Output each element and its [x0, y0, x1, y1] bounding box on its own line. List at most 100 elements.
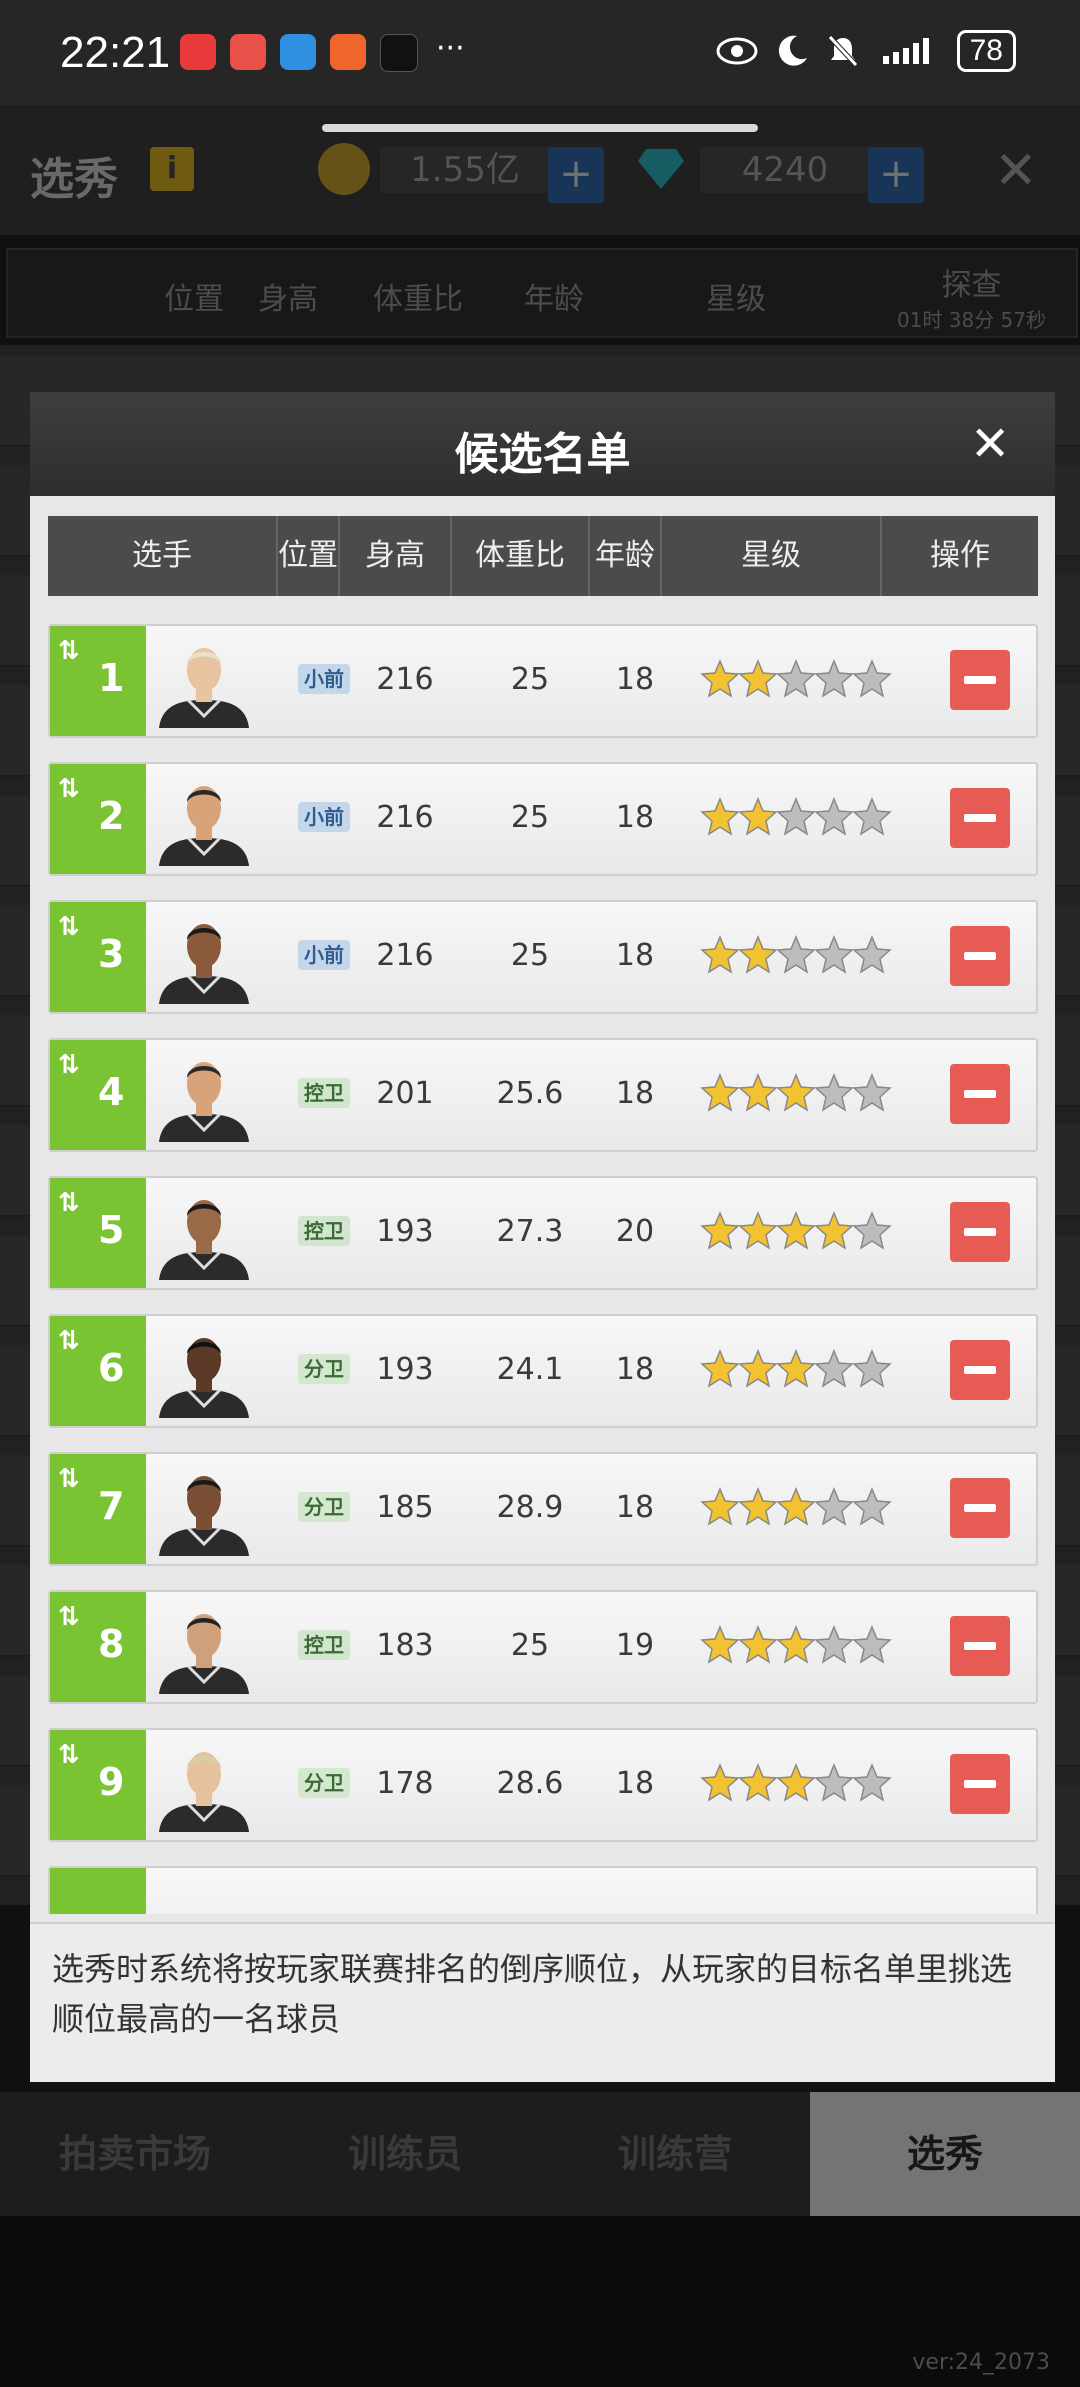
status-time: 22:21	[60, 28, 171, 77]
reorder-icon[interactable]: ⇅	[58, 774, 80, 804]
height-value: 193	[376, 1352, 434, 1387]
weight-ratio-value: 27.3	[496, 1214, 564, 1249]
reorder-icon[interactable]: ⇅	[58, 1326, 80, 1356]
star-filled-icon	[776, 1211, 816, 1250]
star-filled-icon	[776, 1487, 816, 1526]
rank-number: 5	[98, 1208, 125, 1252]
star-filled-icon	[700, 1625, 740, 1664]
remove-button[interactable]	[950, 1616, 1010, 1676]
remove-button[interactable]	[950, 1340, 1010, 1400]
table-row[interactable]: ⇅ 5 控卫 193 27.3 20	[48, 1176, 1038, 1290]
position-badge: 小前	[298, 940, 350, 970]
reorder-icon[interactable]: ⇅	[58, 1464, 80, 1494]
rank-badge[interactable]: ⇅ 2	[50, 764, 146, 874]
reorder-icon[interactable]: ⇅	[58, 1050, 80, 1080]
table-row[interactable]: ⇅ 7 分卫 185 28.9 18	[48, 1452, 1038, 1566]
position-badge: 分卫	[298, 1492, 350, 1522]
star-empty-icon	[852, 1211, 892, 1250]
position-badge: 控卫	[298, 1078, 350, 1108]
star-empty-icon	[776, 935, 816, 974]
reorder-icon[interactable]: ⇅	[58, 1602, 80, 1632]
rank-badge[interactable]: ⇅ 6	[50, 1316, 146, 1426]
star-empty-icon	[814, 935, 854, 974]
star-empty-icon	[852, 935, 892, 974]
rank-badge[interactable]: ⇅ 5	[50, 1178, 146, 1288]
height-value: 178	[376, 1766, 434, 1801]
table-row[interactable]: ⇅ 3 小前 216 25 18	[48, 900, 1038, 1014]
star-empty-icon	[814, 1625, 854, 1664]
reorder-icon[interactable]: ⇅	[58, 636, 80, 666]
weight-ratio-value: 25.6	[496, 1076, 564, 1111]
table-row[interactable]: ⇅ 8 控卫 183 25 19	[48, 1590, 1038, 1704]
star-filled-icon	[776, 1073, 816, 1112]
weight-ratio-value: 25	[510, 1628, 550, 1663]
remove-button[interactable]	[950, 1478, 1010, 1538]
rank-badge[interactable]: ⇅ 3	[50, 902, 146, 1012]
rank-badge[interactable]: ⇅ 7	[50, 1454, 146, 1564]
star-filled-icon	[700, 1349, 740, 1388]
reorder-icon[interactable]: ⇅	[58, 912, 80, 942]
rank-badge[interactable]: ⇅ 1	[50, 626, 146, 736]
table-row[interactable]: ⇅ 2 小前 216 25 18	[48, 762, 1038, 876]
reorder-icon[interactable]: ⇅	[58, 1188, 80, 1218]
star-rating	[700, 1758, 892, 1808]
star-empty-icon	[814, 1487, 854, 1526]
rank-number: 8	[98, 1622, 125, 1666]
table-row[interactable]: ⇅ 1 小前 216 25 18	[48, 624, 1038, 738]
close-icon[interactable]: ✕	[970, 416, 1010, 472]
reorder-icon[interactable]: ⇅	[58, 1740, 80, 1770]
position-badge: 小前	[298, 802, 350, 832]
table-row[interactable]	[48, 1866, 1038, 1914]
star-filled-icon	[700, 1487, 740, 1526]
moon-icon	[778, 35, 807, 66]
remove-button[interactable]	[950, 926, 1010, 986]
height-value: 185	[376, 1490, 434, 1525]
star-filled-icon	[738, 797, 778, 836]
age-value: 18	[615, 938, 655, 973]
status-bar: 22:21 ··· 78	[0, 0, 1080, 105]
remove-button[interactable]	[950, 788, 1010, 848]
modal-title: 候选名单	[454, 429, 631, 480]
col-position: 位置	[278, 516, 340, 596]
drag-handle[interactable]	[322, 124, 758, 132]
star-rating	[700, 792, 892, 842]
table-row[interactable]: ⇅ 4 控卫 201 25.6 18	[48, 1038, 1038, 1152]
weight-ratio-value: 25	[510, 800, 550, 835]
rank-number: 2	[98, 794, 125, 838]
player-avatar	[159, 1338, 249, 1418]
col-action: 操作	[930, 538, 990, 573]
star-empty-icon	[852, 797, 892, 836]
rank-badge[interactable]: ⇅ 9	[50, 1730, 146, 1840]
star-empty-icon	[776, 659, 816, 698]
table-row[interactable]: ⇅ 6 分卫 193 24.1 18	[48, 1314, 1038, 1428]
rank-badge[interactable]: ⇅ 8	[50, 1592, 146, 1702]
col-player: 选手	[48, 516, 278, 596]
star-filled-icon	[700, 1763, 740, 1802]
more-notifications-icon: ···	[436, 31, 465, 66]
rank-badge[interactable]: ⇅ 4	[50, 1040, 146, 1150]
star-filled-icon	[738, 1763, 778, 1802]
status-right: 78	[715, 30, 1016, 72]
star-empty-icon	[852, 659, 892, 698]
star-filled-icon	[700, 1073, 740, 1112]
player-avatar	[159, 1062, 249, 1142]
player-avatar	[159, 786, 249, 866]
star-filled-icon	[738, 659, 778, 698]
col-height: 身高	[340, 516, 452, 596]
table-row[interactable]: ⇅ 9 分卫 178 28.6 18	[48, 1728, 1038, 1842]
player-avatar	[159, 648, 249, 728]
star-filled-icon	[738, 1073, 778, 1112]
remove-button[interactable]	[950, 1754, 1010, 1814]
star-rating	[700, 1068, 892, 1118]
star-rating	[700, 1482, 892, 1532]
remove-button[interactable]	[950, 1202, 1010, 1262]
age-value: 18	[615, 1490, 655, 1525]
remove-button[interactable]	[950, 1064, 1010, 1124]
age-value: 18	[615, 800, 655, 835]
rank-number: 7	[98, 1484, 125, 1528]
age-value: 18	[615, 1352, 655, 1387]
capcut-icon	[380, 34, 418, 72]
remove-button[interactable]	[950, 650, 1010, 710]
shop-icon	[230, 34, 266, 70]
rank-badge[interactable]	[50, 1868, 146, 1914]
